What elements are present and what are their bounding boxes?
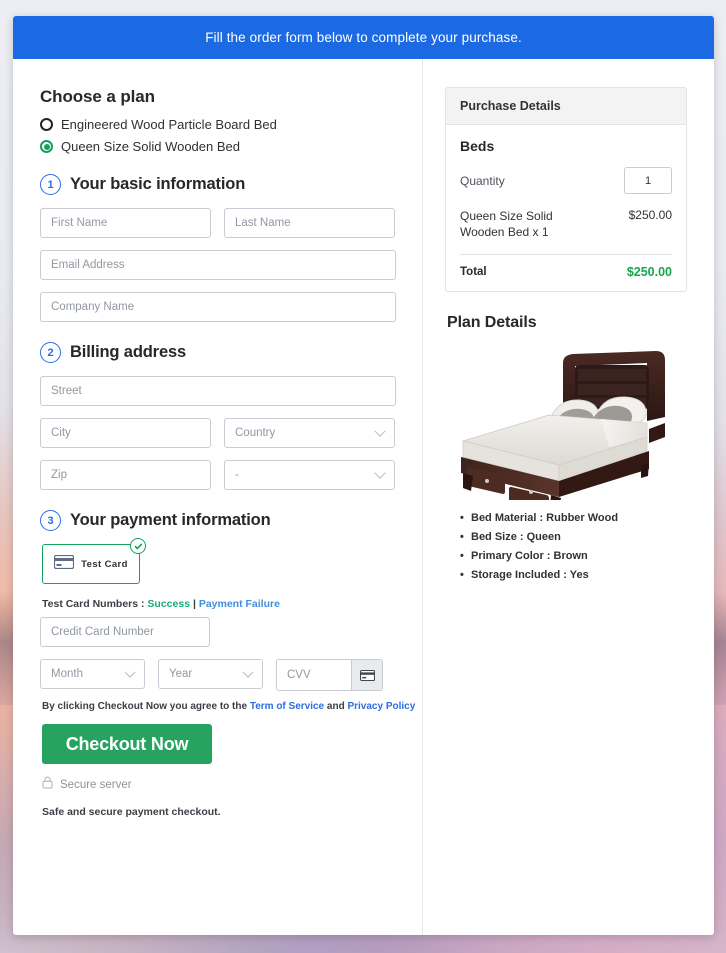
step-number-badge: 2 [40,342,61,363]
state-select-value: - [235,469,239,481]
section-title: Billing address [70,343,187,361]
plan-specs-list: Bed Material : Rubber Wood Bed Size : Qu… [445,512,687,581]
email-input[interactable]: Email Address [40,250,396,280]
section-title: Your payment information [70,511,271,529]
terms-of-service-link[interactable]: Term of Service [250,701,324,712]
test-card-method-tile[interactable]: Test Card [42,538,146,584]
total-label: Total [460,266,487,279]
name-fields-row: First Name Last Name [40,208,422,238]
test-card-numbers-row: Test Card Numbers : Success | Payment Fa… [42,598,422,610]
section-header-billing-address: 2 Billing address [40,342,422,363]
company-row: Company Name [40,292,422,322]
card-body: Choose a plan Engineered Wood Particle B… [13,59,714,935]
order-form: Choose a plan Engineered Wood Particle B… [13,59,422,935]
cvv-field-group[interactable]: CVV [276,659,383,691]
secure-server-row: Secure server [42,776,422,794]
street-row: Street [40,376,422,406]
plan-product-image [445,342,687,502]
terms-notice: By clicking Checkout Now you agree to th… [42,701,422,712]
safe-checkout-note: Safe and secure payment checkout. [42,806,221,818]
summary-panel: Purchase Details Beds Quantity 1 Queen S… [423,59,714,935]
credit-card-number-input[interactable]: Credit Card Number [40,617,210,647]
step-number-badge: 3 [40,510,61,531]
plan-details-title: Plan Details [447,314,537,332]
country-select-value: Country [235,427,276,439]
quantity-label: Quantity [460,173,505,188]
chevron-down-icon [374,425,386,437]
expiry-cvv-row: Month Year CVV [40,659,422,691]
state-select[interactable]: - [224,460,395,490]
terms-and: and [324,701,348,712]
zip-state-row: Zip - [40,460,422,490]
quantity-input[interactable]: 1 [624,167,672,194]
radio-unselected-icon[interactable] [40,118,53,131]
total-row: Total $250.00 [460,265,672,279]
total-value: $250.00 [626,265,672,280]
checkout-card: Fill the order form below to complete yo… [13,16,714,935]
terms-prefix: By clicking Checkout Now you agree to th… [42,701,250,712]
city-input[interactable]: City [40,418,211,448]
quantity-row: Quantity 1 [460,167,672,194]
test-card-label: Test Card [81,558,128,570]
purchase-details-box: Purchase Details Beds Quantity 1 Queen S… [445,87,687,293]
line-item-name: Queen Size Solid Wooden Bed x 1 [460,209,553,240]
secure-server-label: Secure server [60,779,132,791]
plan-option-queen-solid-wooden[interactable]: Queen Size Solid Wooden Bed [40,139,422,154]
check-circle-icon [130,538,146,554]
test-card-success-link[interactable]: Success [147,598,190,610]
section-title: Your basic information [70,175,246,193]
plan-option-label: Queen Size Solid Wooden Bed [61,139,240,154]
line-item-row: Queen Size Solid Wooden Bed x 1 $250.00 [460,208,672,240]
street-input[interactable]: Street [40,376,396,406]
card-number-row: Credit Card Number [40,617,422,647]
test-card-numbers-prefix: Test Card Numbers : [42,598,148,610]
choose-plan-heading: Choose a plan [40,87,155,106]
list-item: Primary Color : Brown [460,550,687,562]
chevron-down-icon [124,666,136,678]
section-header-payment-information: 3 Your payment information [40,510,422,531]
credit-card-icon [54,554,75,574]
privacy-policy-link[interactable]: Privacy Policy [347,701,415,712]
expiry-month-select[interactable]: Month [40,659,145,689]
cvv-card-icon [351,660,382,690]
test-card-failure-link[interactable]: Payment Failure [199,598,280,610]
cvv-input[interactable]: CVV [277,660,351,690]
purchase-category: Beds [460,138,495,154]
zip-input[interactable]: Zip [40,460,211,490]
line-item-price: $250.00 [628,208,672,222]
test-card-link-separator: | [190,598,199,610]
email-row: Email Address [40,250,422,280]
purchase-details-body: Beds Quantity 1 Queen Size Solid Wooden … [446,125,686,291]
chevron-down-icon [374,467,386,479]
country-select[interactable]: Country [224,418,395,448]
purchase-details-header: Purchase Details [446,88,686,125]
expiry-month-value: Month [51,668,83,680]
expiry-year-value: Year [169,668,193,680]
list-item: Bed Material : Rubber Wood [460,512,687,524]
radio-selected-icon[interactable] [40,140,53,153]
expiry-year-select[interactable]: Year [158,659,263,689]
company-name-input[interactable]: Company Name [40,292,396,322]
section-header-basic-information: 1 Your basic information [40,174,422,195]
page-banner: Fill the order form below to complete yo… [13,16,714,59]
lock-icon [42,776,53,794]
checkout-now-button[interactable]: Checkout Now [42,724,212,764]
banner-text: Fill the order form below to complete yo… [205,30,522,45]
last-name-input[interactable]: Last Name [224,208,395,238]
plan-option-engineered-wood[interactable]: Engineered Wood Particle Board Bed [40,117,422,132]
first-name-input[interactable]: First Name [40,208,211,238]
chevron-down-icon [242,666,254,678]
plan-option-label: Engineered Wood Particle Board Bed [61,117,277,132]
list-item: Bed Size : Queen [460,531,687,543]
list-item: Storage Included : Yes [460,569,687,581]
step-number-badge: 1 [40,174,61,195]
city-country-row: City Country [40,418,422,448]
summary-divider [460,254,672,256]
